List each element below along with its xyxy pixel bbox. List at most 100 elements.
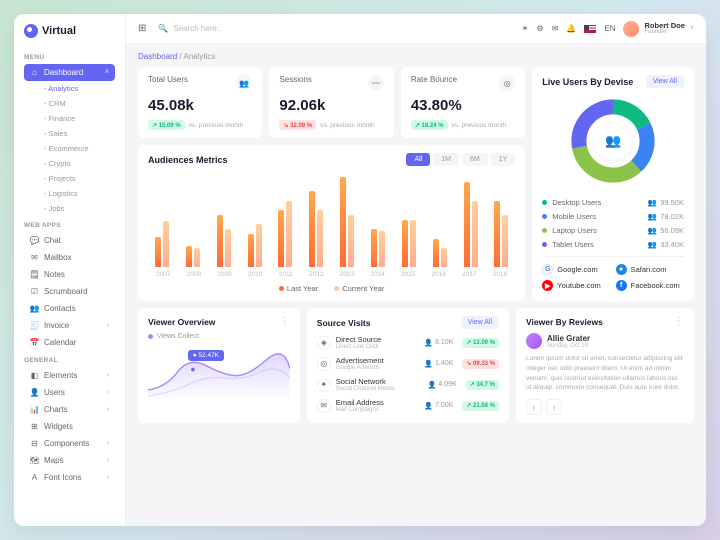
sidebar-sub-logistics[interactable]: Logistics — [38, 186, 115, 201]
font icons-icon: A — [30, 473, 39, 482]
metrics-title: Audiences Metrics — [148, 155, 228, 165]
maps-icon: 🗺 — [30, 456, 39, 465]
chat-icon: 💬 — [30, 236, 39, 245]
brand-icon — [24, 24, 38, 38]
apps-grid-icon[interactable]: ⊞ — [138, 23, 146, 34]
donut-chart: 👥 — [568, 96, 658, 186]
sidebar-item-notes[interactable]: 🗒Notes — [24, 266, 115, 283]
search-input[interactable]: 🔍 Search here.. — [154, 20, 334, 37]
mail-icon[interactable]: ✉ — [552, 24, 559, 33]
source-row[interactable]: ◈Direct SourceDirect Link Click👤8.10K↗ 1… — [317, 335, 499, 350]
chevron-right-icon: › — [107, 322, 109, 329]
lang-label[interactable]: EN — [604, 24, 615, 33]
next-button[interactable]: › — [546, 399, 562, 415]
users-icon: 👤 — [424, 360, 433, 368]
widgets-icon: ⊞ — [30, 422, 39, 431]
tab-6m[interactable]: 6M — [462, 153, 488, 166]
view-all-button[interactable]: View All — [461, 316, 499, 329]
sun-icon[interactable]: ☀ — [521, 24, 528, 33]
sidebar-item-charts[interactable]: 📊Charts› — [24, 401, 115, 418]
sidebar-item-invoice[interactable]: 🧾Invoice› — [24, 317, 115, 334]
source-row[interactable]: ✉Email AddressMail Campaigns👤7.00K↗ 21.0… — [317, 398, 499, 413]
audiences-metrics-card: Audiences Metrics All1M6M1Y 200720082009… — [138, 145, 525, 301]
trend-badge: ↘ 32.09 % — [279, 120, 316, 130]
sidebar-item-contacts[interactable]: 👥Contacts — [24, 300, 115, 317]
trend-badge: ↗ 18.24 % — [411, 120, 448, 130]
flag-us-icon[interactable] — [584, 25, 596, 33]
viewer-overview-card: Viewer Overview ⋮ Views Collect — [138, 308, 300, 423]
source-icon: ✦ — [317, 378, 331, 392]
sidebar-item-scrumboard[interactable]: ☑Scrumboard — [24, 283, 115, 300]
referrer-google-com[interactable]: GGoogle.com — [542, 264, 610, 275]
tab-1m[interactable]: 1M — [433, 153, 459, 166]
calendar-icon: 📅 — [30, 338, 39, 347]
chevron-right-icon: › — [107, 440, 109, 447]
menu-heading-menu: MENU — [24, 54, 115, 61]
sidebar-sub-sales[interactable]: Sales — [38, 126, 115, 141]
referrer-facebook-com[interactable]: fFacebook.com — [616, 280, 684, 291]
chevron-right-icon: › — [107, 389, 109, 396]
home-icon: ⌂ — [30, 68, 39, 77]
tab-1y[interactable]: 1Y — [491, 153, 516, 166]
chevron-up-icon: ˄ — [105, 69, 109, 76]
trend-badge: ↗ 13.09 % — [462, 338, 499, 348]
source-row[interactable]: ◎AdvertisementGoogle Adwords👤1.40K↘ 09.3… — [317, 356, 499, 371]
content: Dashboard / Analytics Total Users👥45.08k… — [126, 44, 706, 526]
scrumboard-icon: ☑ — [30, 287, 39, 296]
sidebar-sub-analytics[interactable]: Analytics — [38, 81, 115, 96]
mailbox-icon: ✉ — [30, 253, 39, 262]
sidebar-sub-jobs[interactable]: Jobs — [38, 201, 115, 216]
chevron-down-icon: ˅ — [690, 25, 694, 32]
sidebar-item-widgets[interactable]: ⊞Widgets — [24, 418, 115, 435]
sidebar-item-mailbox[interactable]: ✉Mailbox — [24, 249, 115, 266]
chevron-right-icon: › — [107, 457, 109, 464]
reviews-title: Viewer By Reviews — [526, 317, 603, 327]
stat-icon: 👥 — [236, 75, 252, 91]
user-menu[interactable]: Robert Doe Founder ˅ — [623, 21, 694, 37]
sidebar-sub-finance[interactable]: Finance — [38, 111, 115, 126]
menu-heading-webapps: WEB APPS — [24, 222, 115, 229]
sidebar-item-dashboard[interactable]: ⌂ Dashboard ˄ — [24, 64, 115, 81]
components-icon: ⊟ — [30, 439, 39, 448]
trend-badge: ↘ 09.33 % — [462, 359, 499, 369]
chart-tooltip: ● 52.47K — [188, 350, 224, 361]
users-icon: 👤 — [424, 402, 433, 410]
avatar — [526, 333, 542, 349]
sidebar: Virtual MENU ⌂ Dashboard ˄ AnalyticsCRMF… — [14, 14, 126, 526]
sidebar-item-calendar[interactable]: 📅Calendar — [24, 334, 115, 351]
source-row[interactable]: ✦Social NetworkSocial Channel Media👤4.09… — [317, 377, 499, 392]
sidebar-sub-projects[interactable]: Projects — [38, 171, 115, 186]
main: ⊞ 🔍 Search here.. ☀ ⚙ ✉ 🔔 EN Robert Doe … — [126, 14, 706, 526]
bell-icon[interactable]: 🔔 — [566, 24, 576, 33]
brand-text: Virtual — [42, 25, 76, 37]
live-users-card: Live Users By Devise View All 👥 Desktop … — [532, 67, 694, 301]
sidebar-item-components[interactable]: ⊟Components› — [24, 435, 115, 452]
viewer-reviews-card: Viewer By Reviews ⋮ Allie Grater Sunday,… — [516, 308, 694, 423]
sidebar-sub-ecommerce[interactable]: Ecommerce — [38, 141, 115, 156]
chevron-right-icon: › — [107, 372, 109, 379]
live-title: Live Users By Devise — [542, 77, 633, 87]
users-icon: 👥 — [648, 198, 657, 207]
charts-icon: 📊 — [30, 405, 39, 414]
sidebar-sub-crm[interactable]: CRM — [38, 96, 115, 111]
sidebar-item-font-icons[interactable]: AFont Icons› — [24, 469, 115, 486]
tab-all[interactable]: All — [406, 153, 430, 166]
sidebar-item-elements[interactable]: ◧Elements› — [24, 367, 115, 384]
sidebar-sub-crypto[interactable]: Crypto — [38, 156, 115, 171]
sidebar-item-chat[interactable]: 💬Chat — [24, 232, 115, 249]
legend-row: Desktop Users👥99.50K — [542, 198, 684, 207]
users-icon: 👥 — [594, 122, 632, 160]
breadcrumb-root[interactable]: Dashboard — [138, 52, 177, 61]
sidebar-item-maps[interactable]: 🗺Maps› — [24, 452, 115, 469]
contacts-icon: 👥 — [30, 304, 39, 313]
sidebar-item-users[interactable]: 👤Users› — [24, 384, 115, 401]
more-icon[interactable]: ⋮ — [280, 316, 290, 327]
users-icon: 👤 — [424, 339, 433, 347]
referrer-youtube-com[interactable]: ▶Youtube.com — [542, 280, 610, 291]
prev-button[interactable]: ‹ — [526, 399, 542, 415]
brand-logo[interactable]: Virtual — [14, 14, 125, 46]
view-all-button[interactable]: View All — [646, 75, 684, 88]
referrer-safari-com[interactable]: ●Safari.com — [616, 264, 684, 275]
gear-icon[interactable]: ⚙ — [537, 24, 544, 33]
more-icon[interactable]: ⋮ — [674, 316, 684, 327]
